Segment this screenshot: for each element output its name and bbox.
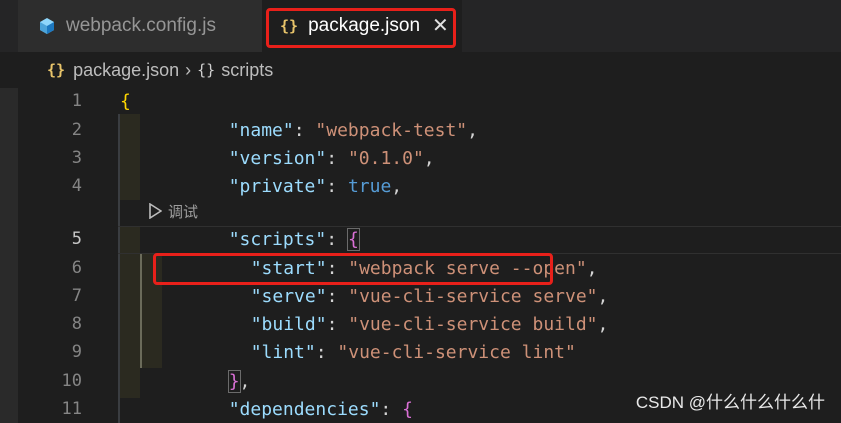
line-number: 6 (71, 258, 82, 278)
object-icon: {} (197, 61, 216, 79)
tab-bar: webpack.config.js {} package.json ✕ (0, 0, 841, 52)
json-boolean: true (347, 175, 392, 197)
line-number: 7 (71, 286, 82, 306)
json-string: "vue-cli-service lint" (337, 341, 576, 363)
chevron-right-icon: › (185, 59, 192, 80)
webpack-cube-icon (38, 17, 56, 35)
breadcrumb-file[interactable]: package.json (73, 60, 179, 81)
line-number: 9 (71, 342, 82, 362)
json-key: "lint" (250, 341, 316, 363)
left-margin (0, 88, 18, 423)
editor-window: webpack.config.js {} package.json ✕ {} p… (0, 0, 841, 423)
code-line: 4 "private": true, (18, 172, 841, 200)
line-number: 1 (71, 91, 82, 111)
tab-bar-margin (0, 0, 18, 52)
tab-webpack-config[interactable]: webpack.config.js (0, 0, 262, 52)
annotation-box-tab (266, 8, 456, 48)
json-braces-icon: {} (47, 61, 66, 79)
json-key: "dependencies" (228, 398, 381, 420)
line-number: 5 (71, 229, 82, 249)
line-number: 8 (71, 314, 82, 334)
line-number: 3 (71, 148, 82, 168)
token: { (120, 90, 131, 112)
watermark: CSDN @什么什么什么什 (635, 393, 825, 412)
line-number: 10 (61, 371, 82, 391)
code-editor[interactable]: 1 { 2 "name": "webpack-test", 3 "version… (18, 88, 841, 423)
breadcrumb-section[interactable]: scripts (221, 60, 273, 81)
line-number: 11 (61, 399, 82, 419)
line-number: 4 (71, 176, 82, 196)
bracket: { (402, 398, 413, 420)
annotation-box-start-script (153, 253, 553, 285)
line-number: 2 (71, 120, 82, 140)
json-key: "private" (228, 175, 327, 197)
breadcrumb: {} package.json › {} scripts (0, 52, 841, 88)
tab-label: webpack.config.js (66, 15, 216, 36)
